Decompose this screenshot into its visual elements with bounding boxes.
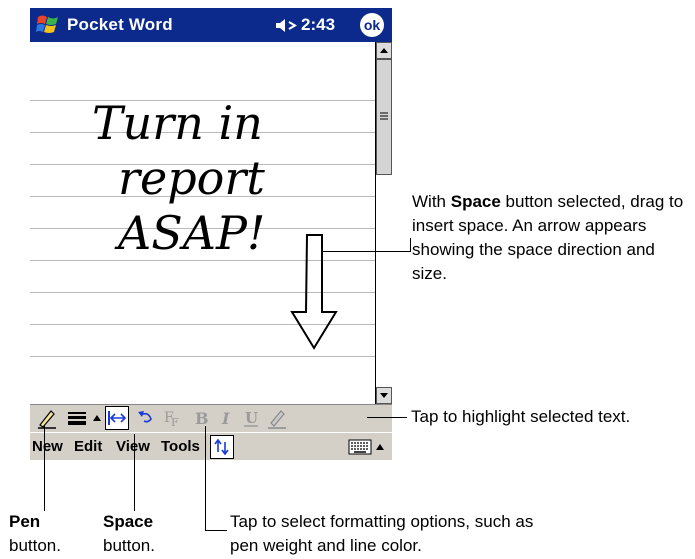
- format-callout-line: [205, 530, 227, 531]
- underline-icon[interactable]: U: [242, 407, 260, 429]
- down-arrow-icon: [380, 393, 388, 398]
- handwriting-line-2: report: [118, 151, 265, 205]
- handwritten-ink: Turn in report ASAP!: [92, 96, 338, 350]
- scroll-thumb[interactable]: [376, 59, 392, 175]
- toolbar-scroll-up-icon[interactable]: [92, 407, 102, 429]
- highlight-icon[interactable]: [266, 407, 288, 429]
- up-down-arrows-icon: [214, 438, 229, 456]
- input-panel-arrow-icon[interactable]: [374, 441, 386, 453]
- undo-icon[interactable]: [136, 407, 156, 429]
- windows-start-icon[interactable]: [36, 13, 62, 37]
- handwriting-line-3: ASAP!: [114, 206, 265, 260]
- pen-callout-line: [44, 426, 45, 511]
- space-button-callout-line: [134, 434, 135, 511]
- menu-tools[interactable]: Tools: [161, 438, 200, 455]
- app-title: Pocket Word: [67, 15, 173, 34]
- format-note: Tap to select formatting options, such a…: [230, 512, 534, 555]
- space-button-caption: Space button.: [103, 512, 155, 555]
- space-note-bold: Space: [450, 192, 501, 211]
- highlight-callout-line: [367, 417, 407, 418]
- highlight-note: Tap to highlight selected text.: [411, 407, 631, 426]
- pocket-pc-screen: Pocket Word 2:43 ok Turn in report ASAP!: [30, 8, 392, 460]
- format-callout-line: [205, 426, 206, 530]
- scroll-down-button[interactable]: [376, 387, 392, 404]
- space-drag-note: With Space button selected, drag to inse…: [412, 192, 684, 283]
- space-insert-icon: [108, 411, 127, 425]
- format-icon[interactable]: F F: [162, 407, 184, 429]
- pen-button-caption: Pen button.: [9, 512, 61, 555]
- vertical-scrollbar[interactable]: [375, 42, 392, 404]
- scroll-up-button[interactable]: [376, 42, 392, 59]
- ok-button[interactable]: ok: [360, 13, 384, 37]
- svg-text:U: U: [245, 409, 258, 427]
- clock[interactable]: 2:43: [301, 15, 335, 35]
- menu-new[interactable]: New: [32, 438, 63, 455]
- menu-view[interactable]: View: [116, 438, 150, 455]
- svg-text:B: B: [195, 409, 209, 428]
- space-callout-line: [410, 238, 411, 252]
- svg-text:I: I: [221, 409, 230, 428]
- recognize-button[interactable]: [210, 435, 234, 459]
- space-button[interactable]: [105, 406, 129, 430]
- pen-icon[interactable]: [36, 407, 58, 429]
- italic-icon[interactable]: I: [218, 407, 236, 429]
- space-callout-line: [322, 251, 410, 252]
- title-bar: Pocket Word 2:43 ok: [30, 8, 392, 42]
- keyboard-icon[interactable]: [348, 439, 372, 455]
- up-arrow-icon: [380, 48, 388, 53]
- grip-icon: [380, 112, 388, 120]
- line-weight-icon[interactable]: [66, 407, 88, 429]
- bold-icon[interactable]: B: [192, 407, 210, 429]
- document-writing-area[interactable]: Turn in report ASAP!: [30, 42, 375, 404]
- speaker-volume-icon[interactable]: [275, 17, 299, 34]
- menu-bar: New Edit View Tools: [30, 432, 392, 460]
- formatting-toolbar: F F B I U: [30, 404, 392, 432]
- svg-text:F: F: [171, 416, 179, 429]
- handwriting-line-1: Turn in: [92, 96, 263, 150]
- menu-edit[interactable]: Edit: [74, 438, 102, 455]
